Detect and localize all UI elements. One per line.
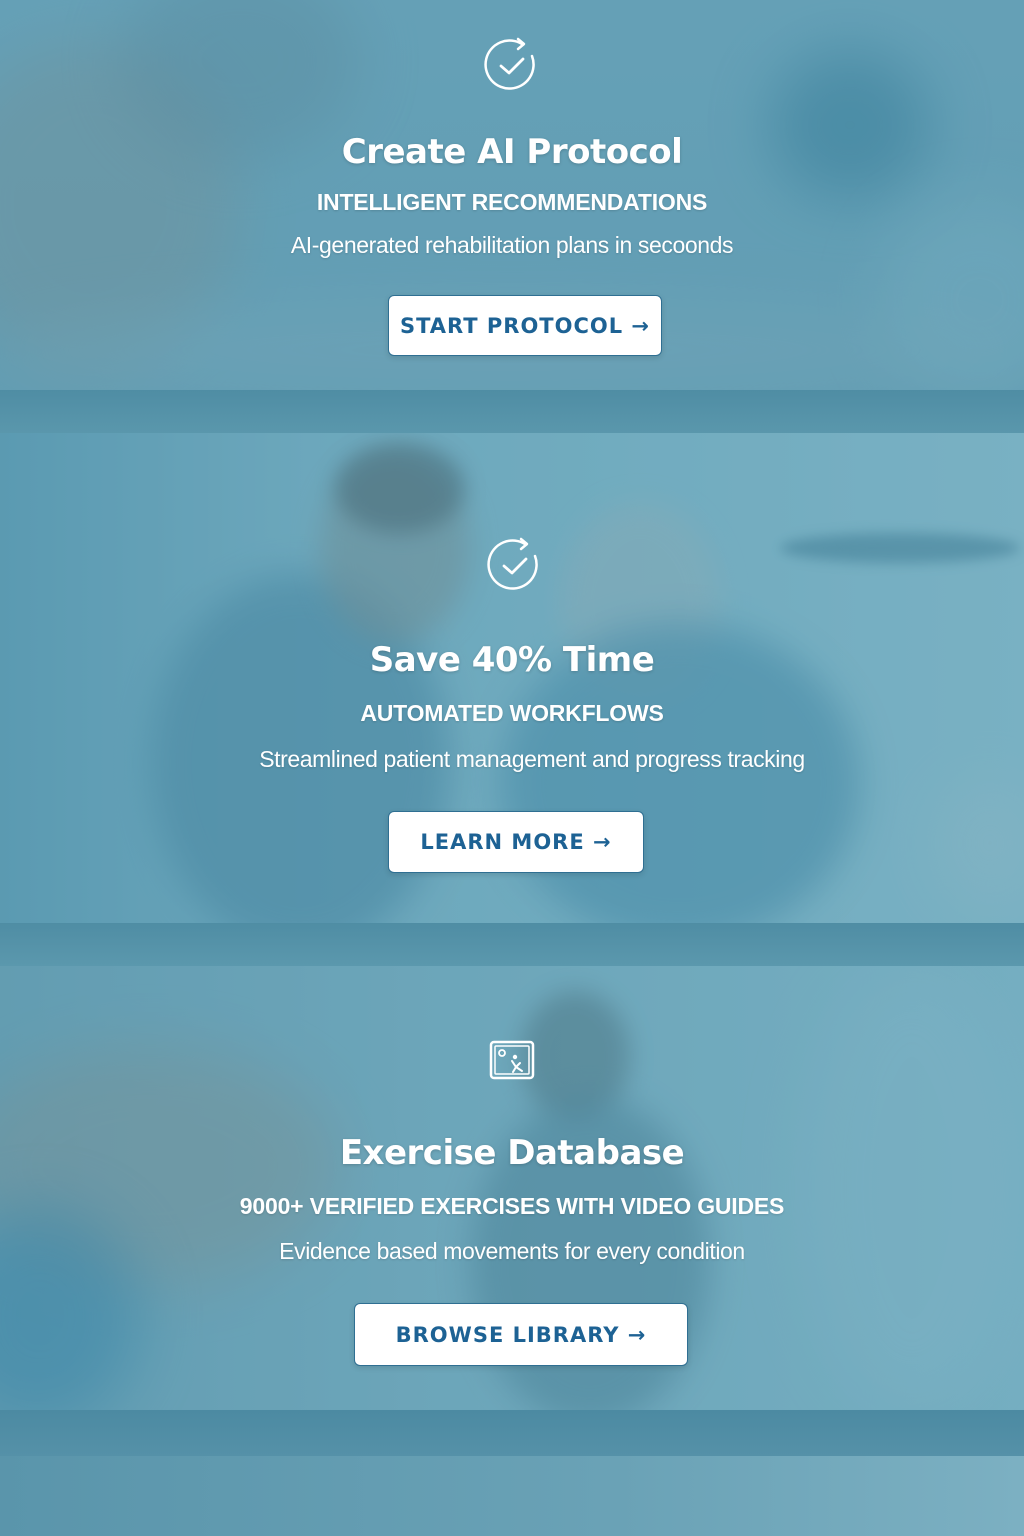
card-title: Save 40% Time <box>369 640 655 680</box>
feature-card-ai-protocol: Create AI Protocol INTELLIGENT RECOMMEND… <box>0 0 1024 390</box>
card-subtitle: INTELLIGENT RECOMMENDATIONS <box>316 189 708 215</box>
footer-band <box>0 1456 1024 1536</box>
video-library-icon <box>489 1040 535 1080</box>
divider-band <box>0 923 1024 966</box>
divider-band <box>0 1410 1024 1456</box>
card-title: Create AI Protocol <box>341 132 683 172</box>
card-description: Evidence based movements for every condi… <box>279 1238 745 1264</box>
refresh-check-icon <box>485 536 545 596</box>
learn-more-button[interactable]: LEARN MORE → <box>388 811 644 873</box>
card-title: Exercise Database <box>339 1133 685 1173</box>
card-description: AI-generated rehabilitation plans in sec… <box>290 232 734 258</box>
browse-library-button[interactable]: BROWSE LIBRARY → <box>354 1303 688 1366</box>
refresh-check-icon <box>482 36 542 96</box>
divider-band <box>0 390 1024 433</box>
feature-card-save-time: Save 40% Time AUTOMATED WORKFLOWS Stream… <box>0 433 1024 923</box>
card-subtitle: AUTOMATED WORKFLOWS <box>360 700 664 726</box>
card-description: Streamlined patient management and progr… <box>259 746 805 772</box>
start-protocol-button[interactable]: START PROTOCOL → <box>388 295 662 356</box>
card-subtitle: 9000+ VERIFIED EXERCISES WITH VIDEO GUID… <box>239 1193 785 1219</box>
feature-card-exercise-database: Exercise Database 9000+ VERIFIED EXERCIS… <box>0 966 1024 1410</box>
